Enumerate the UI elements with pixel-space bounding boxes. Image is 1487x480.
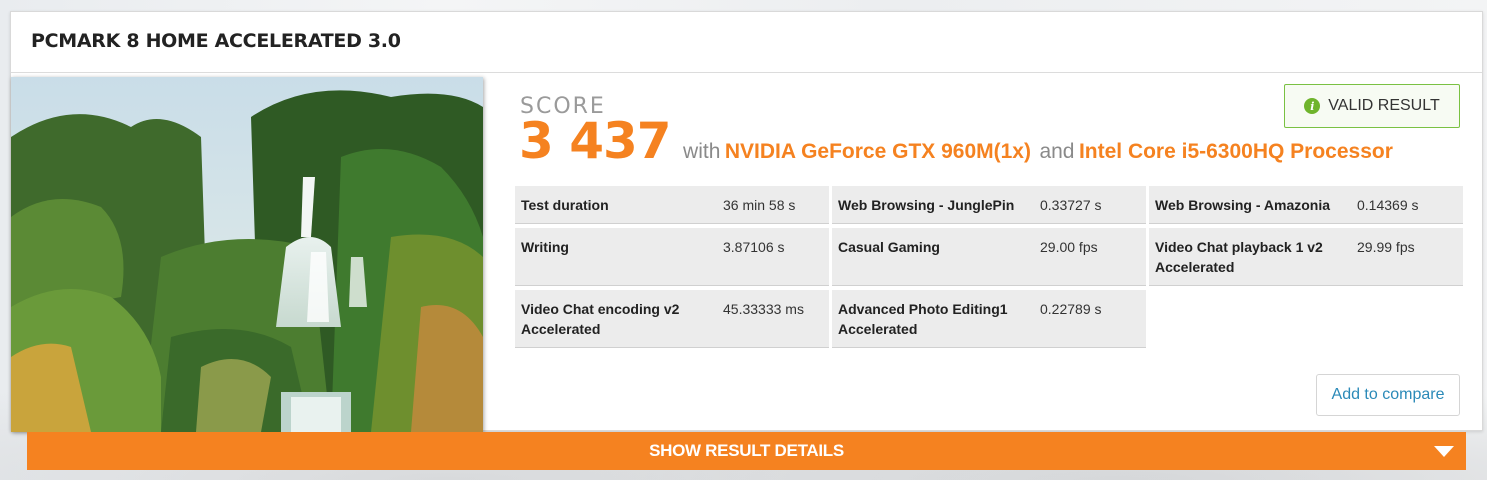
- result-cell: Video Chat encoding v2 Accelerated 45.33…: [515, 290, 829, 348]
- result-cell: Writing 3.87106 s: [515, 228, 829, 286]
- card-title: PCMARK 8 HOME ACCELERATED 3.0: [31, 30, 401, 52]
- score-line: 3 437 with NVIDIA GeForce GTX 960M(1x) a…: [519, 112, 1393, 170]
- result-name: Test duration: [521, 197, 609, 213]
- show-result-details-button[interactable]: SHOW RESULT DETAILS: [27, 432, 1466, 470]
- title-divider: [11, 72, 1482, 73]
- result-value: 45.33333 ms: [723, 301, 804, 317]
- result-name: Video Chat playback 1 v2 Accelerated: [1155, 239, 1323, 275]
- result-name: Web Browsing - JunglePin: [838, 197, 1015, 213]
- info-icon: i: [1304, 98, 1321, 114]
- result-value: 0.33727 s: [1040, 197, 1102, 213]
- result-card: PCMARK 8 HOME ACCELERATED 3.0 SCORE 3 43…: [10, 11, 1483, 432]
- score-and-text: and: [1039, 140, 1075, 163]
- result-cell: Web Browsing - Amazonia 0.14369 s: [1149, 186, 1463, 224]
- benchmark-photo: [11, 77, 483, 432]
- result-value: 29.00 fps: [1040, 239, 1098, 255]
- valid-result-badge: i VALID RESULT: [1284, 84, 1460, 128]
- add-to-compare-button[interactable]: Add to compare: [1316, 374, 1460, 416]
- result-value: 0.22789 s: [1040, 301, 1102, 317]
- score-with-text: with: [683, 140, 721, 163]
- result-value: 36 min 58 s: [723, 197, 796, 213]
- result-cell: Video Chat playback 1 v2 Accelerated 29.…: [1149, 228, 1463, 286]
- result-name: Web Browsing - Amazonia: [1155, 197, 1331, 213]
- result-name: Advanced Photo Editing1 Accelerated: [838, 301, 1008, 337]
- result-name: Video Chat encoding v2 Accelerated: [521, 301, 680, 337]
- empty-cell: [1149, 290, 1463, 348]
- gpu-name[interactable]: NVIDIA GeForce GTX 960M(1x): [725, 140, 1031, 163]
- score-value: 3 437: [519, 112, 672, 170]
- result-cell: Test duration 36 min 58 s: [515, 186, 829, 224]
- results-table: Test duration 36 min 58 s Web Browsing -…: [515, 186, 1464, 348]
- cpu-name[interactable]: Intel Core i5-6300HQ Processor: [1079, 140, 1393, 163]
- result-value: 29.99 fps: [1357, 239, 1415, 255]
- result-value: 0.14369 s: [1357, 197, 1419, 213]
- result-value: 3.87106 s: [723, 239, 785, 255]
- result-name: Casual Gaming: [838, 239, 940, 255]
- valid-result-label: VALID RESULT: [1328, 97, 1440, 114]
- show-result-details-label: SHOW RESULT DETAILS: [649, 441, 844, 460]
- result-cell: Casual Gaming 29.00 fps: [832, 228, 1146, 286]
- result-cell: Advanced Photo Editing1 Accelerated 0.22…: [832, 290, 1146, 348]
- result-cell: Web Browsing - JunglePin 0.33727 s: [832, 186, 1146, 224]
- result-name: Writing: [521, 239, 569, 255]
- chevron-down-icon: [1434, 446, 1454, 457]
